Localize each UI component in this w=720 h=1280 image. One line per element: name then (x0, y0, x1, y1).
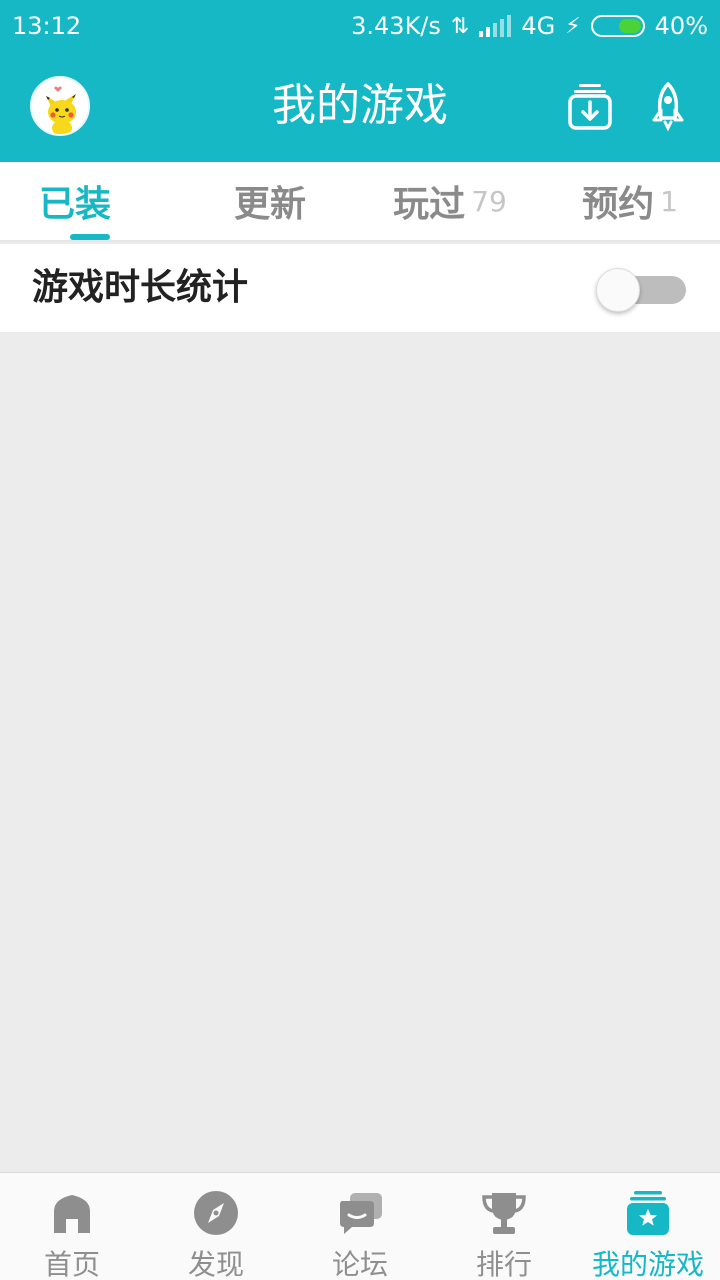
charging-icon: ⚡ (565, 13, 581, 39)
network-speed: 3.43K/s (351, 12, 441, 40)
game-tabs: 已装 更新 玩过 79 预约 1 (0, 162, 720, 242)
tab-label: 更新 (233, 184, 306, 225)
toggle-knob (596, 268, 640, 312)
tab-installed[interactable]: 已装 (0, 162, 150, 240)
nav-my-games[interactable]: 我的游戏 (576, 1173, 720, 1280)
status-bar: 13:12 3.43K/s ⇅ 4G ⚡ 40% (0, 0, 720, 52)
active-tab-indicator (70, 234, 110, 240)
nav-label: 论坛 (331, 1248, 388, 1280)
nav-label: 首页 (43, 1248, 100, 1280)
tab-played[interactable]: 玩过 79 (360, 162, 540, 240)
nav-label: 排行 (475, 1248, 532, 1280)
trophy-icon (482, 1193, 526, 1234)
tab-label: 玩过 (393, 184, 466, 225)
battery-percent: 40% (654, 12, 708, 40)
tab-updates[interactable]: 更新 (180, 162, 360, 240)
home-icon (54, 1195, 90, 1233)
playtime-stats-toggle[interactable] (596, 268, 686, 312)
tab-label: 预约 (582, 184, 655, 225)
download-icon (568, 84, 612, 130)
my-games-icon (627, 1191, 669, 1235)
compass-icon (194, 1191, 238, 1235)
nav-label: 我的游戏 (591, 1248, 704, 1280)
download-manager-button[interactable] (565, 80, 615, 132)
status-time: 13:12 (12, 12, 82, 40)
data-transfer-icon: ⇅ (450, 13, 470, 39)
network-type: 4G (521, 12, 556, 40)
nav-label: 发现 (187, 1248, 244, 1280)
nav-ranking[interactable]: 排行 (432, 1173, 576, 1280)
rocket-icon (652, 82, 684, 132)
reserved-count: 1 (660, 184, 678, 218)
nav-discover[interactable]: 发现 (144, 1173, 288, 1280)
speed-up-button[interactable] (643, 80, 693, 132)
app-header: 13:12 3.43K/s ⇅ 4G ⚡ 40% 我的游戏 (0, 0, 720, 162)
played-count: 79 (471, 184, 507, 218)
bottom-navigation: 首页 发现 论坛 排行 我的游戏 (0, 1172, 720, 1280)
nav-home[interactable]: 首页 (0, 1173, 144, 1280)
nav-forum[interactable]: 论坛 (288, 1173, 432, 1280)
playtime-stats-row: 游戏时长统计 (0, 244, 720, 332)
installed-games-list (0, 332, 720, 1172)
signal-icon (479, 15, 512, 37)
forum-icon (340, 1193, 382, 1234)
playtime-stats-label: 游戏时长统计 (32, 267, 249, 308)
battery-icon (590, 15, 645, 37)
tab-label: 已装 (38, 184, 111, 225)
status-indicators: 3.43K/s ⇅ 4G ⚡ 40% (351, 10, 708, 42)
tab-reserved[interactable]: 预约 1 (540, 162, 720, 240)
